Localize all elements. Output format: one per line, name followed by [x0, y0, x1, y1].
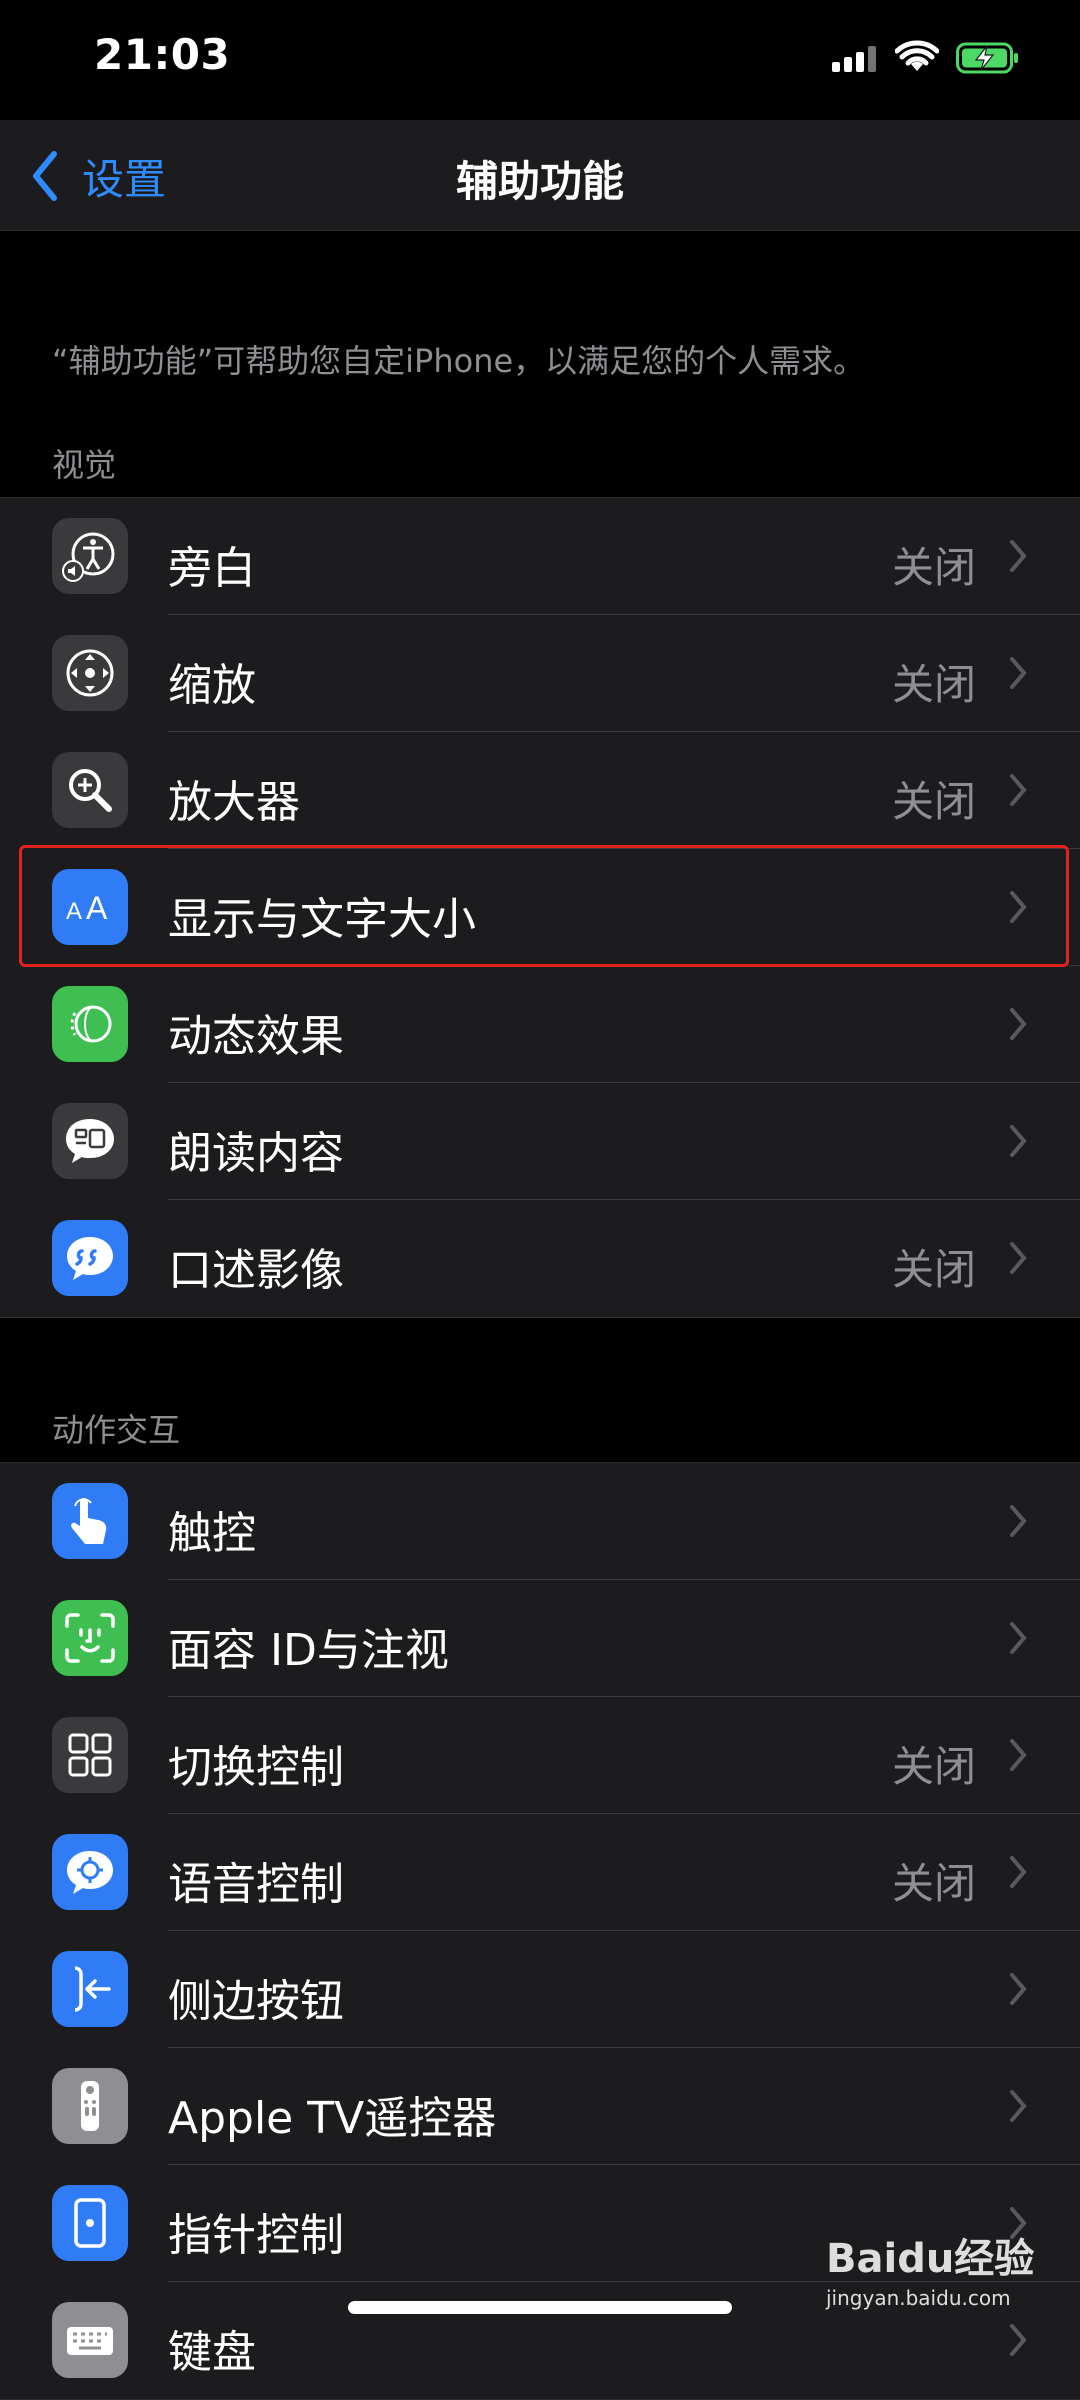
- spoken-content-icon: [52, 1103, 128, 1179]
- row-switch-control[interactable]: 切换控制 关闭: [0, 1697, 1080, 1814]
- row-label: 放大器: [168, 777, 300, 828]
- row-motion[interactable]: 动态效果: [0, 966, 1080, 1083]
- touch-icon: [52, 1483, 128, 1559]
- row-value: 关闭: [891, 1742, 976, 1791]
- chevron-right-icon: [1010, 1242, 1027, 1274]
- watermark-brand: Baidu经验: [826, 2236, 1035, 2282]
- description-text: “辅助功能”可帮助您自定iPhone，以满足您的个人需求。: [52, 342, 866, 380]
- row-voiceover[interactable]: 旁白 关闭: [0, 498, 1080, 615]
- row-label: 朗读内容: [168, 1128, 344, 1179]
- row-voice-control[interactable]: 语音控制 关闭: [0, 1814, 1080, 1931]
- pointer-control-icon: [52, 2185, 128, 2261]
- row-value: 关闭: [891, 660, 976, 709]
- battery-charging-icon: [956, 42, 1018, 74]
- row-label: 缩放: [168, 660, 256, 711]
- status-time: 21:03: [94, 30, 231, 79]
- row-label: 语音控制: [168, 1859, 344, 1910]
- zoom-icon: [52, 635, 128, 711]
- row-audio-descriptions[interactable]: 口述影像 关闭: [0, 1200, 1080, 1317]
- row-zoom[interactable]: 缩放 关闭: [0, 615, 1080, 732]
- row-label: 切换控制: [168, 1742, 344, 1793]
- row-label: 指针控制: [168, 2210, 344, 2261]
- row-apple-tv-remote[interactable]: Apple TV遥控器: [0, 2048, 1080, 2165]
- section-header-vision: 视觉: [52, 446, 117, 484]
- chevron-right-icon: [1010, 1008, 1027, 1040]
- apple-tv-remote-icon: [52, 2068, 128, 2144]
- chevron-right-icon: [1010, 1856, 1027, 1888]
- navigation-bar: 设置 辅助功能: [0, 120, 1080, 231]
- row-value: 关闭: [891, 543, 976, 592]
- chevron-right-icon: [1010, 2324, 1027, 2356]
- chevron-right-icon: [1010, 1622, 1027, 1654]
- row-label: 侧边按钮: [168, 1976, 344, 2027]
- motion-icon: [52, 986, 128, 1062]
- keyboard-icon: [52, 2302, 128, 2378]
- page-title: 辅助功能: [455, 157, 624, 206]
- chevron-right-icon: [1010, 774, 1027, 806]
- wifi-icon: [895, 40, 939, 71]
- row-face-id-attention[interactable]: 面容 ID与注视: [0, 1580, 1080, 1697]
- audio-description-icon: [52, 1220, 128, 1296]
- row-value: 关闭: [891, 1245, 976, 1294]
- chevron-right-icon: [1010, 2090, 1027, 2122]
- watermark-site: jingyan.baidu.com: [826, 2286, 1011, 2310]
- row-label: 口述影像: [168, 1245, 344, 1296]
- chevron-right-icon: [1010, 540, 1027, 572]
- row-label: 键盘: [168, 2327, 256, 2378]
- status-bar: 21:03: [0, 0, 1080, 120]
- row-label: 旁白: [168, 543, 256, 594]
- row-label: 面容 ID与注视: [168, 1625, 449, 1676]
- switch-control-icon: [52, 1717, 128, 1793]
- face-id-icon: [52, 1600, 128, 1676]
- baidu-jingyan-watermark: Baidu经验 jingyan.baidu.com: [826, 2226, 1034, 2310]
- voice-control-icon: [52, 1834, 128, 1910]
- cellular-signal-icon: [832, 46, 878, 72]
- row-value: 关闭: [891, 777, 976, 826]
- row-label: 动态效果: [168, 1011, 344, 1062]
- chevron-right-icon: [1010, 1505, 1027, 1537]
- row-side-button[interactable]: 侧边按钮: [0, 1931, 1080, 2048]
- row-value: 关闭: [891, 1859, 976, 1908]
- chevron-right-icon: [1010, 1973, 1027, 2005]
- chevron-right-icon: [1010, 1739, 1027, 1771]
- row-spoken-content[interactable]: 朗读内容: [0, 1083, 1080, 1200]
- home-indicator[interactable]: [348, 2301, 732, 2314]
- voiceover-icon: [52, 518, 128, 594]
- row-magnifier[interactable]: 放大器 关闭: [0, 732, 1080, 849]
- chevron-right-icon: [1010, 1125, 1027, 1157]
- highlight-box: [19, 845, 1069, 967]
- row-label: Apple TV遥控器: [168, 2093, 497, 2144]
- magnifier-icon: [52, 752, 128, 828]
- section-header-interaction: 动作交互: [52, 1411, 181, 1449]
- side-button-icon: [52, 1951, 128, 2027]
- row-touch[interactable]: 触控: [0, 1463, 1080, 1580]
- row-label: 触控: [168, 1508, 256, 1559]
- chevron-right-icon: [1010, 657, 1027, 689]
